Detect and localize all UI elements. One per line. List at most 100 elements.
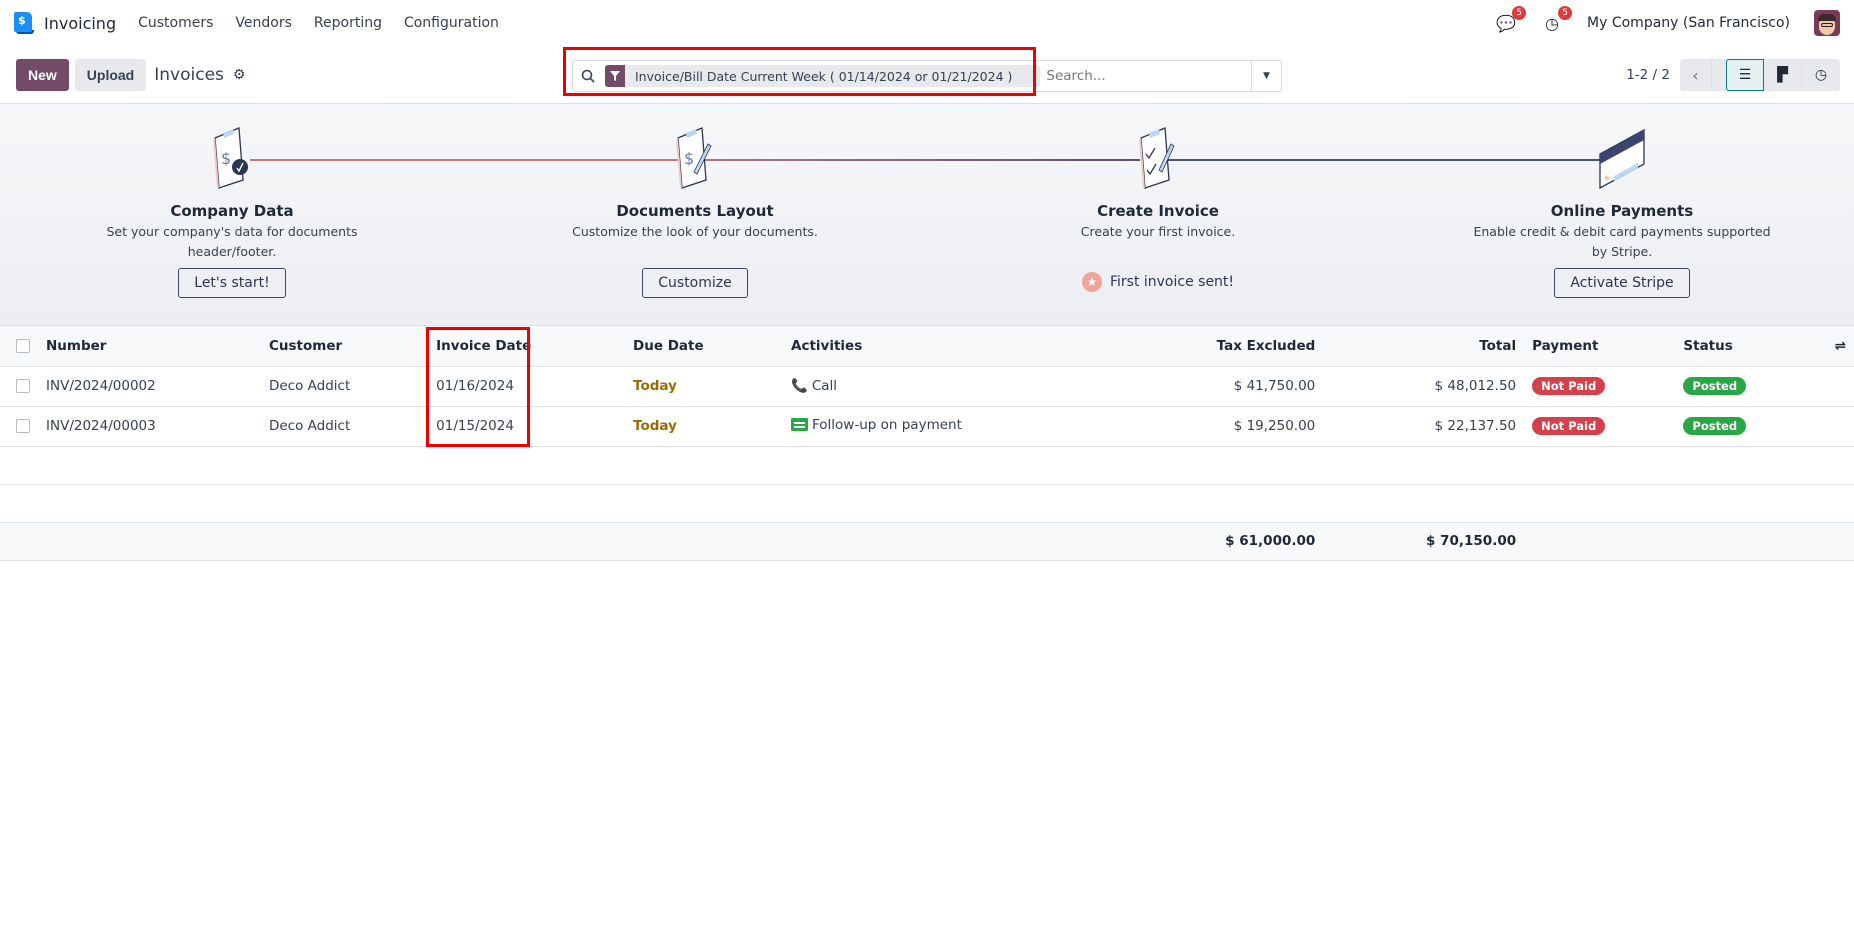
clipboard-dollar-check-icon: $ [82, 122, 382, 190]
company-switcher[interactable]: My Company (San Francisco) [1587, 15, 1790, 31]
pager-previous-button[interactable]: ‹ [1680, 59, 1712, 91]
cell-payment: Not Paid [1524, 366, 1676, 407]
pager-value[interactable]: 1-2 / 2 [1626, 67, 1670, 83]
column-number[interactable]: Number [38, 326, 261, 366]
view-switcher: ☰ ▛ ◷ [1726, 59, 1840, 91]
sliders-icon: ⇌ [1834, 337, 1846, 354]
column-payment[interactable]: Payment [1524, 326, 1675, 366]
optional-columns-toggle[interactable]: ⇌ [1827, 326, 1854, 366]
column-total[interactable]: Total [1323, 326, 1524, 366]
search-input[interactable] [1040, 68, 1251, 84]
row-checkbox[interactable] [0, 366, 38, 407]
column-customer[interactable]: Customer [261, 326, 428, 366]
column-activities[interactable]: Activities [783, 326, 1061, 366]
total-tax-excluded: $ 61,000.00 [1061, 522, 1324, 561]
phone-icon: 📞 [791, 378, 808, 394]
step-description: Customize the look of your documents. [572, 224, 818, 239]
lets-start-button[interactable]: Let's start! [178, 268, 286, 298]
menu-customers[interactable]: Customers [138, 15, 213, 31]
payment-badge: Not Paid [1532, 377, 1606, 395]
user-avatar[interactable] [1814, 10, 1840, 36]
onboarding-step-company-data: $ Company Data Set your company's data f… [82, 122, 382, 298]
activity-view-button[interactable]: ◷ [1802, 59, 1840, 91]
step-title: Documents Layout [616, 202, 774, 220]
payment-badge: Not Paid [1532, 417, 1606, 435]
clock-icon: ◷ [1545, 13, 1560, 33]
cell-invoice-date: 01/15/2024 [428, 406, 626, 447]
activate-stripe-button[interactable]: Activate Stripe [1554, 268, 1690, 298]
onboarding-step-documents-layout: $ Documents Layout Customize the look of… [545, 122, 845, 298]
step-title: Company Data [170, 202, 294, 220]
status-badge: Posted [1683, 377, 1747, 395]
activities-button[interactable]: ◷ 5 [1541, 6, 1573, 33]
column-due-date[interactable]: Due Date [625, 326, 783, 366]
search-bar: Invoice/Bill Date Current Week ( 01/14/2… [572, 60, 1282, 92]
messages-button[interactable]: 💬 5 [1495, 6, 1527, 33]
cell-activity[interactable]: 📞 Call [783, 366, 1062, 407]
menu-configuration[interactable]: Configuration [404, 15, 499, 31]
column-status[interactable]: Status [1675, 326, 1826, 366]
credit-card-icon [1472, 122, 1772, 190]
svg-text:$: $ [684, 149, 694, 168]
cell-tax-excluded: $ 41,750.00 [1061, 366, 1324, 407]
empty-row [0, 446, 1854, 485]
table-row[interactable]: INV/2024/00003 Deco Addict 01/15/2024 To… [0, 406, 1854, 447]
column-tax-excluded[interactable]: Tax Excluded [1061, 326, 1323, 366]
clipboard-checklist-icon [1008, 122, 1308, 190]
filter-facet[interactable]: Invoice/Bill Date Current Week ( 01/14/2… [605, 65, 1041, 87]
column-invoice-date[interactable]: Invoice Date [428, 326, 625, 366]
star-icon: ★ [1081, 272, 1102, 292]
cell-payment: Not Paid [1524, 406, 1676, 447]
cell-number: INV/2024/00003 [38, 406, 261, 447]
cell-status: Posted [1675, 366, 1827, 407]
list-view-button[interactable]: ☰ [1726, 59, 1764, 91]
top-navbar: $ Invoicing Customers Vendors Reporting … [0, 0, 1854, 46]
step-description: Create your first invoice. [1080, 224, 1236, 239]
cell-due-date: Today [625, 366, 783, 407]
cell-due-date: Today [625, 406, 783, 447]
kanban-view-button[interactable]: ▛ [1764, 59, 1802, 91]
onboarding-panel: $ Company Data Set your company's data f… [0, 104, 1854, 326]
menu-reporting[interactable]: Reporting [314, 15, 382, 31]
page-title: Invoices [154, 64, 224, 85]
invoicing-app-icon[interactable]: $ [14, 12, 34, 34]
cell-status: Posted [1675, 406, 1827, 447]
filter-facet-label: Invoice/Bill Date Current Week ( 01/14/2… [635, 68, 1013, 84]
app-name[interactable]: Invoicing [44, 14, 116, 33]
activities-badge: 5 [1558, 6, 1573, 20]
step-description: Enable credit & debit card payments supp… [1473, 224, 1771, 259]
clipboard-pen-icon: $ [545, 122, 845, 190]
filter-icon [605, 65, 625, 87]
onboarding-step-online-payments: Online Payments Enable credit & debit ca… [1472, 122, 1772, 298]
search-icon [573, 69, 603, 83]
cell-customer: Deco Addict [260, 406, 429, 447]
table-header-row: Number Customer Invoice Date Due Date Ac… [0, 326, 1854, 366]
messages-badge: 5 [1512, 6, 1527, 20]
cell-number: INV/2024/00002 [38, 366, 261, 407]
step-title: Online Payments [1550, 202, 1694, 220]
kanban-icon: ▛ [1777, 67, 1788, 83]
step-title: Create Invoice [1097, 202, 1219, 220]
cell-invoice-date: 01/16/2024 [428, 366, 626, 407]
table-row[interactable]: INV/2024/00002 Deco Addict 01/16/2024 To… [0, 366, 1854, 407]
customize-button[interactable]: Customize [642, 268, 748, 298]
cell-total: $ 22,137.50 [1323, 406, 1525, 447]
followup-icon [791, 418, 808, 432]
status-badge: Posted [1683, 417, 1747, 435]
new-button[interactable]: New [16, 58, 69, 91]
row-checkbox[interactable] [0, 406, 38, 447]
search-options-toggle[interactable]: ▼ [1251, 61, 1281, 91]
cell-activity[interactable]: Follow-up on payment [783, 406, 1062, 447]
activity-label: Call [811, 378, 838, 394]
upload-button[interactable]: Upload [74, 58, 147, 91]
step-done-text: First invoice sent! [1109, 274, 1235, 290]
cell-tax-excluded: $ 19,250.00 [1061, 406, 1324, 447]
cell-customer: Deco Addict [260, 366, 429, 407]
menu-vendors[interactable]: Vendors [235, 15, 291, 31]
invoices-table: Number Customer Invoice Date Due Date Ac… [0, 326, 1854, 561]
step-description: Set your company's data for documents he… [106, 224, 358, 259]
list-icon: ☰ [1738, 67, 1752, 83]
select-all-checkbox[interactable] [0, 326, 38, 366]
onboarding-step-create-invoice: Create Invoice Create your first invoice… [1008, 122, 1308, 292]
gear-icon[interactable]: ⚙ [233, 67, 246, 83]
